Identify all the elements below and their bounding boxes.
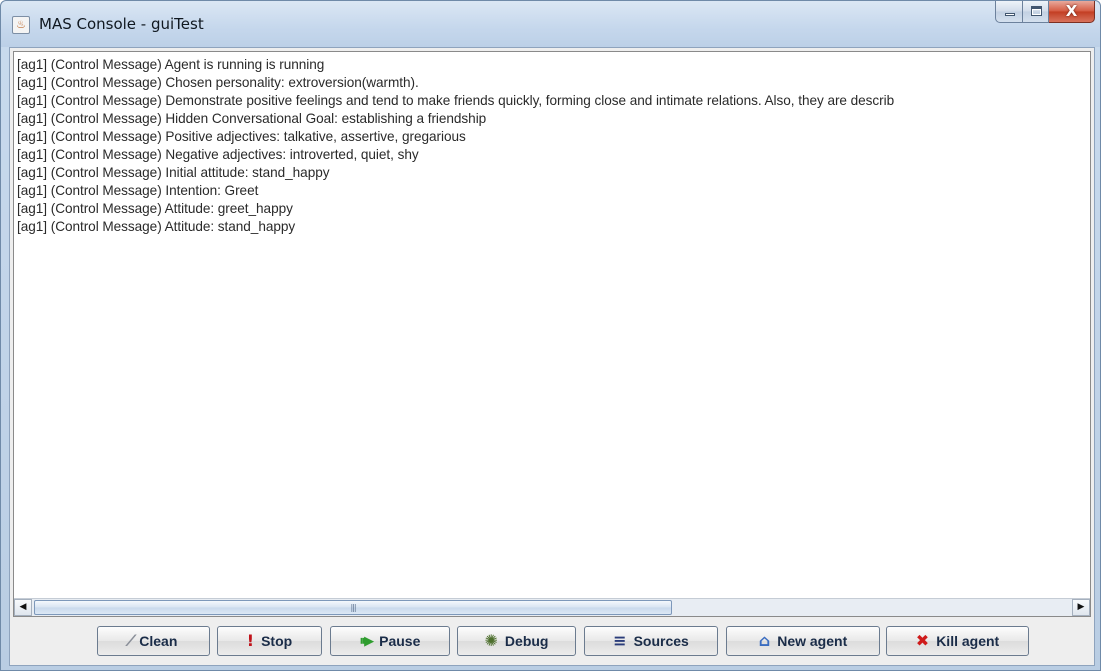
debug-button-label: Debug [504,633,549,649]
minimize-icon [1005,13,1015,16]
java-app-icon[interactable]: ♨ [12,16,30,34]
console-line: [ag1] (Control Message) Attitude: greet_… [17,201,293,216]
kill-agent-button-label: Kill agent [936,633,1000,649]
title-bar[interactable]: ♨ MAS Console - guiTest X [1,1,1100,47]
console-line: [ag1] (Control Message) Initial attitude… [17,165,330,180]
console-line: [ag1] (Control Message) Hidden Conversat… [17,111,487,126]
new-agent-icon: ⌂ [758,631,771,650]
maximize-button[interactable] [1023,1,1049,23]
console-line: [ag1] (Control Message) Chosen personali… [17,75,419,90]
mas-console-window: ♨ MAS Console - guiTest X [ag1] (Control… [0,0,1101,671]
console-line: [ag1] (Control Message) Negative adjecti… [17,147,419,162]
pause-button-label: Pause [379,633,421,649]
stop-button[interactable]: ! Stop [217,626,322,656]
content-pane: [ag1] (Control Message) Agent is running… [9,47,1095,666]
pause-play-icon: ⏸▶ [359,633,374,649]
new-agent-button-label: New agent [777,633,848,649]
console-line: [ag1] (Control Message) Intention: Greet [17,183,259,198]
scrollbar-grip-icon: ||| [350,603,356,612]
console-line: [ag1] (Control Message) Attitude: stand_… [17,219,296,234]
clean-button[interactable]: ⁄ Clean [97,626,210,656]
minimize-button[interactable] [995,1,1023,23]
maximize-icon [1031,6,1042,16]
sources-button[interactable]: ≡ Sources [584,626,718,656]
list-icon: ≡ [613,631,627,650]
close-icon: X [1065,2,1078,20]
window-controls: X [995,1,1095,23]
console-line: [ag1] (Control Message) Demonstrate posi… [17,93,895,108]
scroll-right-arrow-icon: ▶ [1077,602,1085,612]
debug-button[interactable]: ✺ Debug [457,626,576,656]
console-lines: [ag1] (Control Message) Agent is running… [17,56,1090,236]
new-agent-button[interactable]: ⌂ New agent [726,626,880,656]
pause-button[interactable]: ⏸▶ Pause [330,626,450,656]
clean-button-label: Clean [139,633,178,649]
close-button[interactable]: X [1049,1,1095,23]
scrollbar-thumb[interactable]: ||| [34,600,672,615]
exclamation-icon: ! [246,631,255,650]
bug-icon: ✺ [484,631,498,650]
console-line: [ag1] (Control Message) Positive adjecti… [17,129,466,144]
stop-button-label: Stop [261,633,293,649]
kill-agent-button[interactable]: ✖ Kill agent [886,626,1029,656]
red-x-icon: ✖ [915,631,930,650]
eraser-icon: ⁄ [129,631,133,650]
console-output-area[interactable]: [ag1] (Control Message) Agent is running… [13,51,1091,617]
console-toolbar: ⁄ Clean ! Stop ⏸▶ Pause ✺ Debug ≡ Source… [10,618,1094,665]
scroll-left-button[interactable]: ◀ [14,599,32,616]
window-title: MAS Console - guiTest [39,15,204,33]
scroll-left-arrow-icon: ◀ [19,602,27,612]
sources-button-label: Sources [633,633,689,649]
console-line: [ag1] (Control Message) Agent is running… [17,57,325,72]
horizontal-scrollbar[interactable]: ◀ ||| ▶ [14,598,1090,616]
scroll-right-button[interactable]: ▶ [1072,599,1090,616]
